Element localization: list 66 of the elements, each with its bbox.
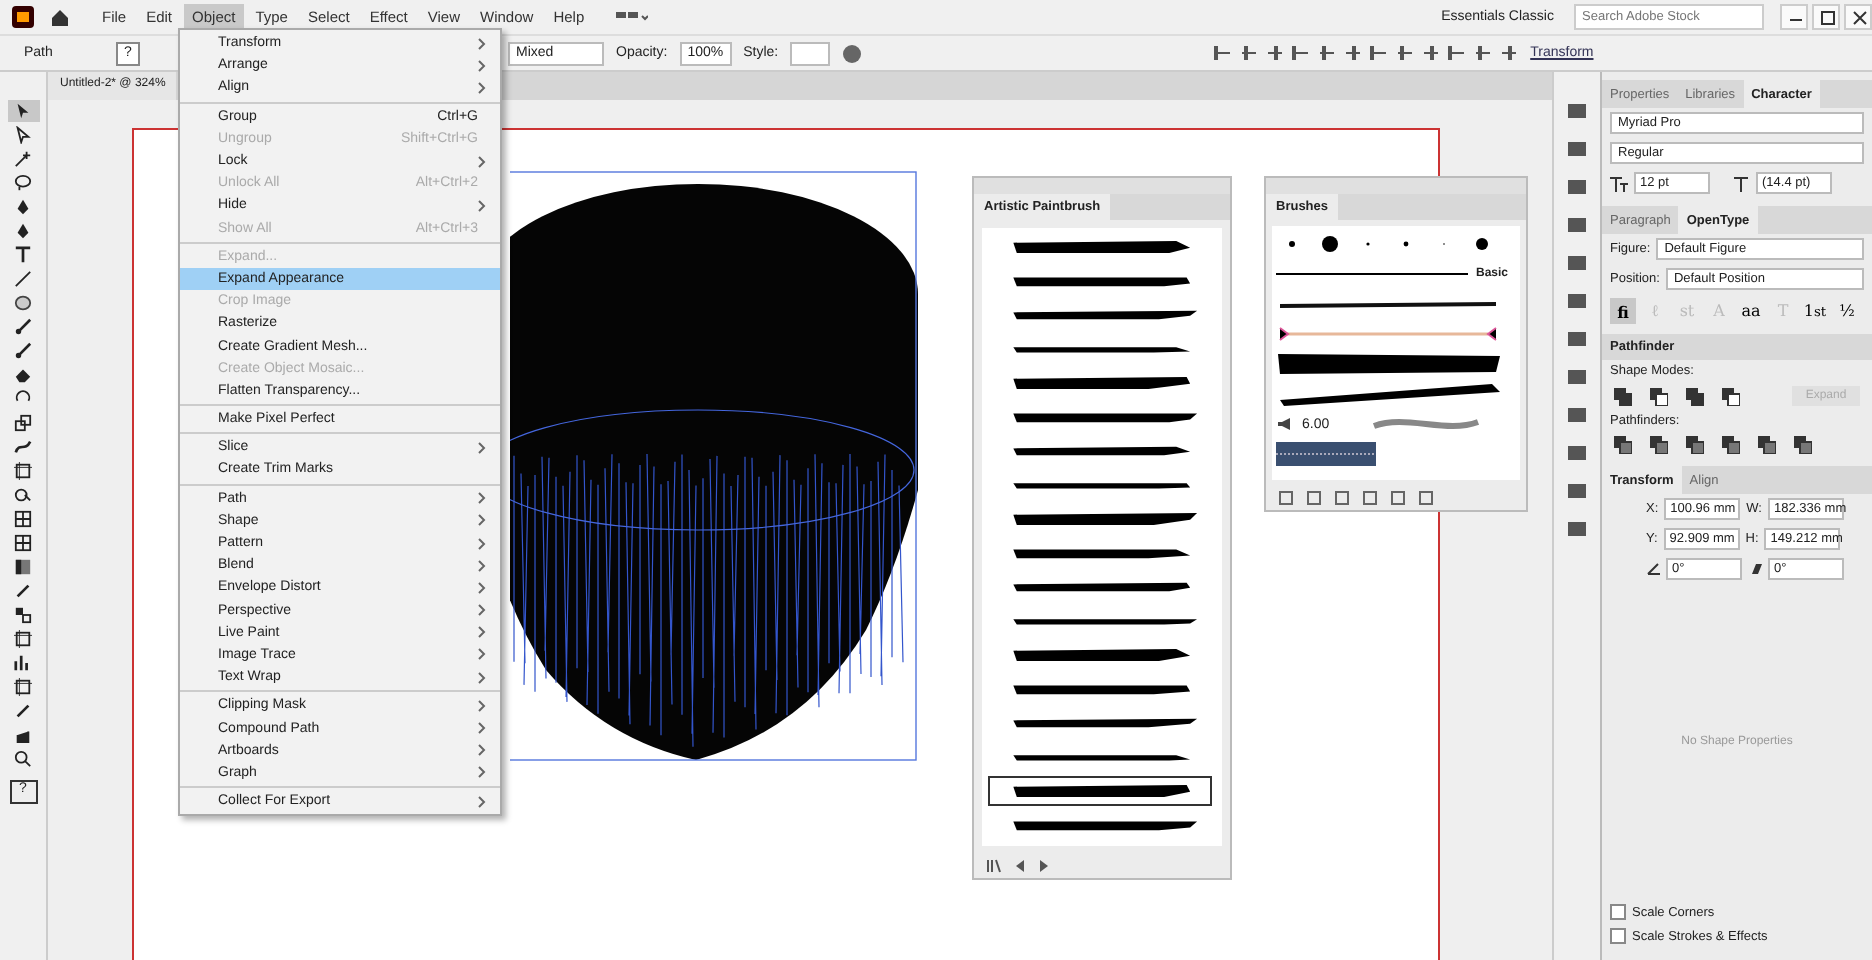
bar-graph-icon [14,654,32,672]
app-logo-icon [12,6,34,28]
previous-icon[interactable] [1014,858,1026,874]
checkbox[interactable] [1610,904,1626,920]
opentype-feature-button[interactable]: fi [1610,298,1636,324]
hollow-arrow-icon [14,126,32,144]
align-icon[interactable] [1396,44,1415,62]
pathfinder-icon[interactable] [1758,436,1776,454]
checkbox[interactable] [1610,928,1626,944]
align-icon[interactable] [1370,44,1389,62]
align-icon[interactable] [1266,44,1285,62]
globe-icon[interactable] [842,43,863,63]
speaker-icon[interactable] [1276,416,1294,432]
shape-mode-icon[interactable] [1686,387,1704,405]
shape-mode-icon[interactable] [1650,387,1668,405]
eyedropper-icon [14,582,32,600]
tool-button[interactable] [7,100,39,122]
pathfinder-icon[interactable] [1686,436,1704,454]
frame-icon [14,678,32,696]
arrow-icon [14,102,32,120]
lasso-icon [14,174,32,192]
pattern-brush-drawing[interactable] [1276,442,1376,466]
squares-icon [14,606,32,624]
shape-mode-icon[interactable] [1614,387,1632,405]
pathfinder-icon[interactable] [1650,436,1668,454]
wand-icon [14,150,32,168]
hand-icon [14,726,32,744]
type-icon [14,246,32,264]
shear-icon [1748,562,1762,576]
align-icon[interactable] [1500,44,1519,62]
basic-stroke-drawing[interactable] [1276,270,1468,278]
pathfinder-icon[interactable] [1794,436,1812,454]
font-size-icon [1610,175,1628,191]
shape-mode-icon[interactable] [1722,387,1740,405]
align-icon[interactable] [1214,44,1233,62]
opentype-feature-button[interactable]: ½ [1834,298,1860,324]
eyedropper-icon [14,702,32,720]
brush-stroke-drawing[interactable] [1276,350,1504,378]
leading-icon [1732,175,1750,191]
align-icon[interactable] [1344,44,1363,62]
brush-stroke-drawing[interactable] [988,776,1212,806]
pathfinder-icon[interactable] [1614,436,1632,454]
angle-icon [1646,562,1660,576]
align-icon[interactable] [1448,44,1467,62]
ellipse-icon [14,294,32,312]
line-icon [14,270,32,288]
shape-icon [14,486,32,504]
opentype-feature-button[interactable]: aa [1738,298,1764,324]
frame-icon [14,462,32,480]
frame-icon [14,630,32,648]
align-icon[interactable] [1474,44,1493,62]
home-icon[interactable] [50,8,70,26]
wave-icon [14,438,32,456]
align-icon[interactable] [1318,44,1337,62]
brush-icon [14,342,32,360]
layout-grid-icon[interactable] [616,9,649,25]
brush-icon [14,318,32,336]
zoom-icon [14,750,32,768]
align-icon[interactable] [1422,44,1441,62]
eraser-icon [14,366,32,384]
brush-stroke-drawing[interactable] [1276,380,1504,408]
align-icon[interactable] [1240,44,1259,62]
align-icon[interactable] [1292,44,1311,62]
pathfinder-icon[interactable] [1722,436,1740,454]
scale-icon [14,414,32,432]
next-icon[interactable] [1038,858,1050,874]
